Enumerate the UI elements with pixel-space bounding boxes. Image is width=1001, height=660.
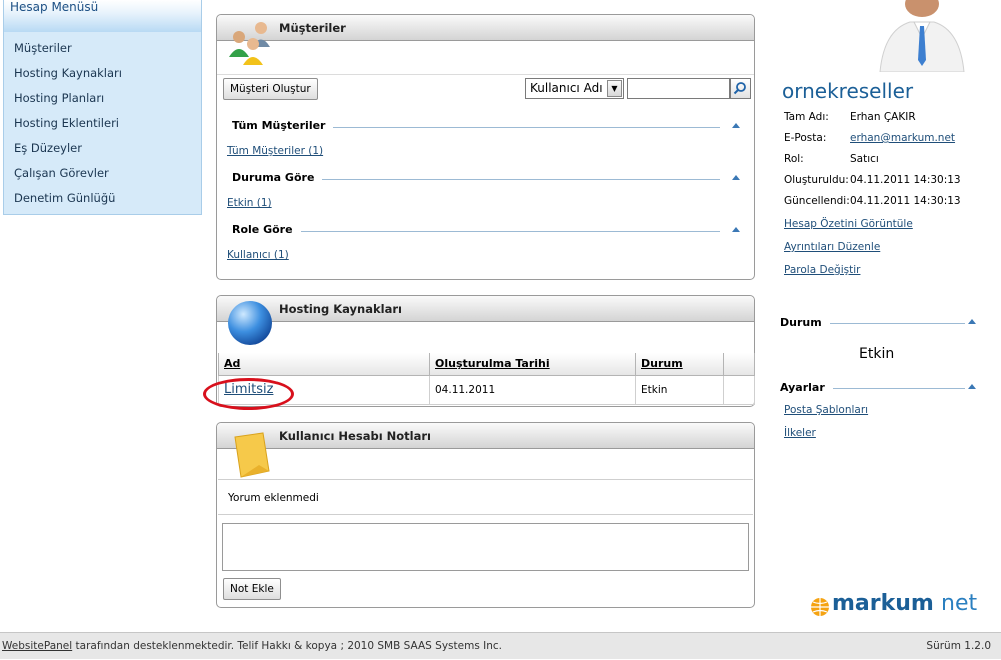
websitepanel-link[interactable]: WebsitePanel bbox=[2, 640, 72, 652]
logo-word-net: net bbox=[941, 591, 978, 616]
table-cell-status: Etkin bbox=[635, 374, 724, 405]
account-username: ornekreseller bbox=[782, 79, 914, 103]
collapse-icon[interactable] bbox=[732, 123, 740, 128]
divider bbox=[232, 231, 720, 232]
email-link[interactable]: erhan@markum.net bbox=[850, 132, 955, 144]
search-icon bbox=[733, 82, 746, 95]
status-section-title: Durum bbox=[780, 316, 830, 329]
account-notes-panel: Kullanıcı Hesabı Notları Yorum eklenmedi… bbox=[216, 422, 755, 608]
info-value: Erhan ÇAKIR bbox=[850, 111, 916, 123]
menu-item-peers[interactable]: Eş Düzeyler bbox=[4, 136, 201, 161]
logo-word-markum: markum bbox=[832, 591, 934, 616]
table-header-row: Ad Oluşturulma Tarihi Durum bbox=[218, 353, 755, 376]
group-by-role: Role Göre bbox=[232, 223, 740, 239]
info-value: 04.11.2011 14:30:13 bbox=[850, 195, 961, 207]
info-updated: Güncellendi: 04.11.2011 14:30:13 bbox=[784, 195, 961, 207]
info-full-name: Tam Adı: Erhan ÇAKIR bbox=[784, 111, 916, 123]
note-icon bbox=[234, 432, 270, 478]
chevron-down-icon[interactable]: ▼ bbox=[607, 80, 622, 97]
account-menu: Hesap Menüsü Müşteriler Hosting Kaynakla… bbox=[3, 0, 202, 215]
hosting-resource-link[interactable]: Limitsiz bbox=[224, 382, 273, 397]
menu-item-hosting-addons[interactable]: Hosting Eklentileri bbox=[4, 111, 201, 136]
link-all-customers[interactable]: Tüm Müşteriler (1) bbox=[227, 145, 323, 157]
change-password-link[interactable]: Parola Değiştir bbox=[784, 264, 860, 276]
footer: WebsitePanel tarafından desteklenmektedi… bbox=[0, 632, 1001, 659]
column-header-extra bbox=[723, 353, 755, 376]
info-email: E-Posta: erhan@markum.net bbox=[784, 132, 955, 144]
customers-panel: Müşteriler Müşteri Oluştur Kullanıcı Adı… bbox=[216, 14, 755, 280]
column-header-name[interactable]: Ad bbox=[218, 353, 430, 376]
note-textarea[interactable] bbox=[222, 523, 749, 571]
user-avatar bbox=[879, 0, 965, 72]
customers-toolbar: Müşteri Oluştur bbox=[217, 41, 754, 100]
link-status-active[interactable]: Etkin (1) bbox=[227, 197, 272, 209]
customers-panel-title: Müşteriler bbox=[217, 15, 754, 41]
info-created: Oluşturuldu: 04.11.2011 14:30:13 bbox=[784, 174, 961, 186]
policies-link[interactable]: İlkeler bbox=[784, 427, 816, 439]
collapse-icon[interactable] bbox=[968, 384, 976, 389]
info-value: 04.11.2011 14:30:13 bbox=[850, 174, 961, 186]
hosting-globe-icon bbox=[228, 301, 272, 345]
view-summary-link[interactable]: Hesap Özetini Görüntüle bbox=[784, 218, 913, 230]
customer-search-input[interactable] bbox=[627, 78, 730, 99]
menu-item-running-tasks[interactable]: Çalışan Görevler bbox=[4, 161, 201, 186]
globe-logo-icon bbox=[811, 598, 829, 616]
group-all-customers: Tüm Müşteriler bbox=[232, 119, 740, 135]
status-section-header: Durum bbox=[780, 316, 979, 330]
account-menu-title: Hesap Menüsü bbox=[4, 0, 201, 32]
collapse-icon[interactable] bbox=[732, 227, 740, 232]
menu-item-hosting-plans[interactable]: Hosting Planları bbox=[4, 86, 201, 111]
info-label: Güncellendi: bbox=[784, 195, 850, 207]
menu-item-audit-log[interactable]: Denetim Günlüğü bbox=[4, 186, 201, 211]
group-by-status: Duruma Göre bbox=[232, 171, 740, 187]
search-field-select[interactable]: Kullanıcı Adı ▼ bbox=[525, 78, 624, 99]
info-value: Satıcı bbox=[850, 153, 879, 165]
notes-empty-message: Yorum eklenmedi bbox=[218, 479, 753, 515]
settings-section-header: Ayarlar bbox=[780, 381, 979, 395]
link-role-user[interactable]: Kullanıcı (1) bbox=[227, 249, 289, 261]
group-by-role-title: Role Göre bbox=[232, 223, 301, 236]
table-cell-name: Limitsiz bbox=[218, 374, 430, 405]
info-label: Oluşturuldu: bbox=[784, 174, 849, 186]
table-cell-created: 04.11.2011 bbox=[429, 374, 636, 405]
column-header-created[interactable]: Oluşturulma Tarihi bbox=[429, 353, 636, 376]
mail-templates-link[interactable]: Posta Şablonları bbox=[784, 404, 868, 416]
info-label: Tam Adı: bbox=[784, 111, 829, 123]
group-all-customers-title: Tüm Müşteriler bbox=[232, 119, 334, 132]
hosting-resources-panel: Hosting Kaynakları Ad Oluşturulma Tarihi… bbox=[203, 295, 755, 410]
edit-details-link[interactable]: Ayrıntıları Düzenle bbox=[784, 241, 880, 253]
info-label: E-Posta: bbox=[784, 132, 827, 144]
settings-section-title: Ayarlar bbox=[780, 381, 833, 394]
create-customer-button[interactable]: Müşteri Oluştur bbox=[223, 78, 318, 100]
add-note-button[interactable]: Not Ekle bbox=[223, 578, 281, 600]
search-field-select-value: Kullanıcı Adı bbox=[530, 81, 603, 95]
hosting-resources-table: Ad Oluşturulma Tarihi Durum Limitsiz 04.… bbox=[218, 353, 755, 405]
menu-item-hosting-resources[interactable]: Hosting Kaynakları bbox=[4, 61, 201, 86]
info-label: Rol: bbox=[784, 153, 804, 165]
search-button[interactable] bbox=[730, 78, 751, 99]
column-header-status[interactable]: Durum bbox=[635, 353, 724, 376]
group-by-status-title: Duruma Göre bbox=[232, 171, 323, 184]
footer-credits: WebsitePanel tarafından desteklenmektedi… bbox=[2, 633, 502, 660]
status-value: Etkin bbox=[859, 346, 895, 362]
collapse-icon[interactable] bbox=[968, 319, 976, 324]
hosting-panel-title: Hosting Kaynakları bbox=[217, 296, 754, 322]
notes-panel-title: Kullanıcı Hesabı Notları bbox=[217, 423, 754, 449]
table-cell-extra bbox=[723, 374, 755, 405]
footer-text: tarafından desteklenmektedir. Telif Hakk… bbox=[72, 640, 502, 652]
collapse-icon[interactable] bbox=[732, 175, 740, 180]
account-menu-list: Müşteriler Hosting Kaynakları Hosting Pl… bbox=[4, 32, 201, 211]
version-label: Sürüm 1.2.0 bbox=[926, 640, 991, 652]
menu-item-customers[interactable]: Müşteriler bbox=[4, 36, 201, 61]
table-row: Limitsiz 04.11.2011 Etkin bbox=[218, 374, 755, 405]
info-role: Rol: Satıcı bbox=[784, 153, 879, 165]
